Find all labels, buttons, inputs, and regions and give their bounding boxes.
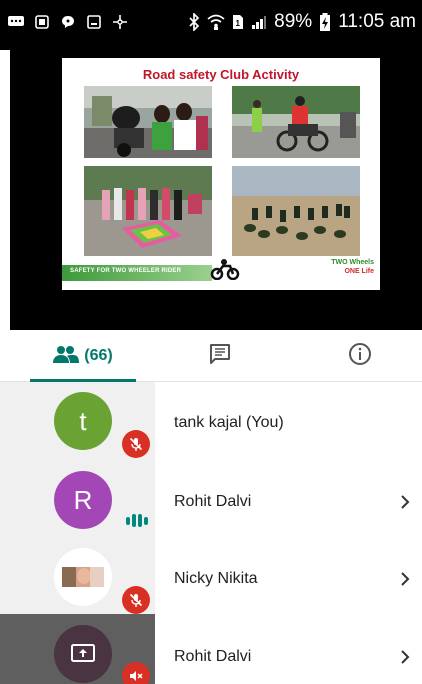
bluetooth-icon	[188, 13, 200, 31]
svg-text:1: 1	[236, 19, 241, 28]
slide-footer-right: TWO Wheels ONE Life	[331, 258, 374, 276]
profile-photo	[54, 548, 112, 606]
participant-name: Rohit Dalvi	[174, 493, 252, 510]
info-icon	[348, 342, 372, 371]
mic-off-icon	[122, 430, 150, 458]
chevron-right-icon[interactable]	[398, 495, 412, 509]
participant-row[interactable]: R Rohit Dalvi	[0, 460, 422, 538]
participant-name: Nicky Nikita	[174, 570, 258, 587]
motorcycle-logo-icon	[210, 258, 240, 285]
avatar-initial: t	[79, 405, 87, 436]
battery-percent: 89%	[274, 11, 313, 32]
signal-icon	[251, 14, 267, 30]
slide-photo-motorcycle-demo	[232, 86, 360, 158]
meeting-tab-bar: (66)	[0, 330, 422, 382]
participant-name: tank kajal (You)	[174, 414, 284, 431]
gallery-icon	[86, 14, 102, 30]
fan-icon	[112, 14, 128, 30]
presentation-video[interactable]: Road safety Club Activity SAFETY FOR TWO…	[10, 50, 422, 330]
participant-name: Rohit Dalvi	[174, 648, 252, 665]
avatar	[54, 625, 112, 683]
chat-bubble-icon	[60, 14, 76, 30]
speaking-indicator-icon	[126, 514, 148, 527]
wifi-icon	[207, 14, 225, 30]
tab-info[interactable]	[335, 330, 385, 382]
slide-photo-rangoli-group	[84, 166, 212, 256]
mic-off-icon	[122, 662, 150, 684]
chat-icon	[209, 343, 231, 370]
chevron-right-icon[interactable]	[398, 650, 412, 664]
participant-list: t tank kajal (You) R Rohit Dalvi Nicky N…	[0, 382, 422, 684]
avatar: t	[54, 392, 112, 450]
battery-charging-icon	[319, 13, 331, 31]
participant-row[interactable]: Nicky Nikita	[0, 538, 422, 616]
slide-photo-girls-on-scooter	[84, 86, 212, 158]
avatar: R	[54, 471, 112, 529]
sim1-icon: 1	[232, 14, 244, 30]
slide-footer-right-line2: ONE Life	[344, 268, 374, 275]
mic-off-icon	[122, 586, 150, 614]
messages-icon	[8, 14, 24, 30]
chevron-right-icon[interactable]	[398, 572, 412, 586]
avatar	[54, 548, 112, 606]
shared-slide: Road safety Club Activity SAFETY FOR TWO…	[62, 58, 380, 290]
present-screen-icon	[71, 644, 95, 662]
slide-footer-left: SAFETY FOR TWO WHEELER RIDER	[70, 268, 182, 274]
sim-icon	[34, 14, 50, 30]
slide-footer-right-line1: TWO Wheels	[331, 259, 374, 266]
tab-chat[interactable]	[190, 330, 250, 382]
participant-row[interactable]: t tank kajal (You)	[0, 382, 422, 460]
tab-people[interactable]: (66)	[30, 330, 136, 382]
people-icon	[53, 345, 80, 368]
participant-row[interactable]: Rohit Dalvi	[0, 616, 422, 684]
clock: 11:05 am	[338, 11, 416, 32]
participant-count: (66)	[84, 347, 113, 364]
avatar-initial: R	[73, 484, 93, 515]
slide-photo-helmets-on-ground	[232, 166, 360, 256]
status-bar: 1 89% 11:05 am	[0, 0, 422, 50]
slide-title: Road safety Club Activity	[142, 67, 300, 82]
